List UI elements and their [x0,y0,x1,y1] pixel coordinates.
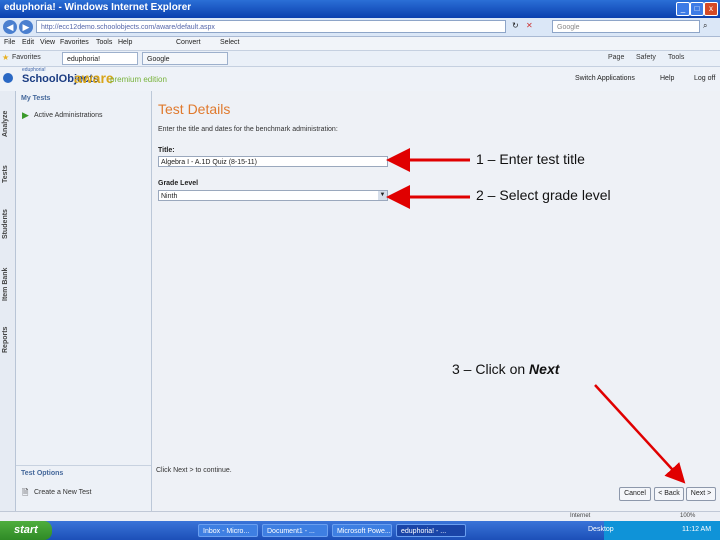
step3-annotation: 3 – Click on Next [452,361,559,377]
step1-annotation: 1 – Enter test title [476,151,585,167]
arrow-to-next [594,384,686,484]
annotation-arrows [386,148,686,484]
step3-prefix: 3 – Click on [452,361,530,377]
step3-next-emphasis: Next [529,361,560,377]
step2-annotation: 2 – Select grade level [476,187,611,203]
